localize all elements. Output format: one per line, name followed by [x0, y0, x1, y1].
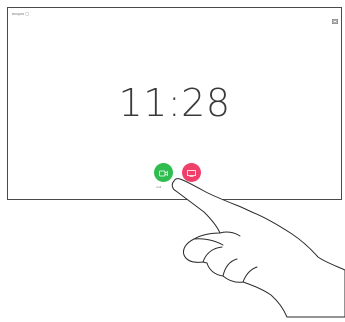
share-button[interactable]: [182, 163, 201, 182]
call-button-label: Call: [156, 185, 162, 189]
touch-panel-illustration: ecopro ▢ 11:28 Call Share: [0, 0, 345, 322]
window-icon[interactable]: [332, 11, 338, 24]
home-screen: ecopro ▢ 11:28: [7, 7, 342, 200]
system-name: ecopro ▢: [12, 11, 30, 16]
clock: 11:28: [118, 81, 231, 125]
share-screen-icon: [187, 164, 196, 182]
video-camera-icon: [159, 164, 168, 182]
share-button-label: Share: [184, 185, 193, 189]
call-button[interactable]: [154, 163, 173, 182]
